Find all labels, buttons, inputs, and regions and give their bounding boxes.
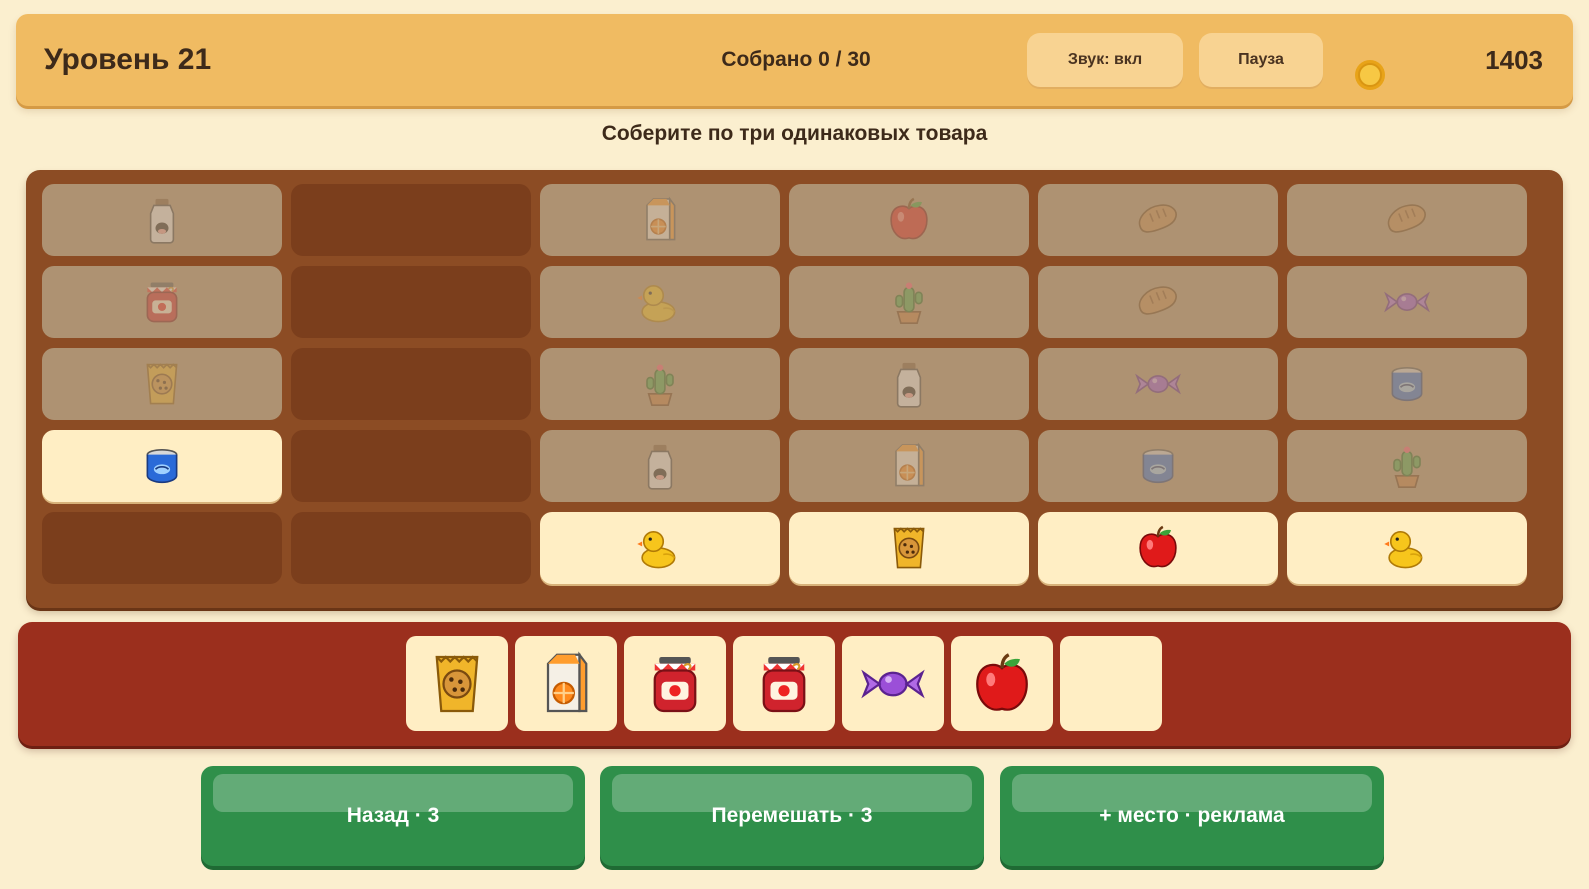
pause-button[interactable]: Пауза [1199, 33, 1323, 87]
cookies-icon [435, 654, 479, 712]
coin-count: 1403 [1485, 45, 1543, 75]
jam-icon [653, 656, 697, 712]
board-tile-duck[interactable] [540, 512, 780, 584]
tray-slot-apple [951, 636, 1053, 731]
bread-icon [1138, 204, 1177, 233]
extra-slot-ad-button[interactable]: + место · реклама [1000, 766, 1384, 866]
board-tile-milk [789, 348, 1029, 420]
board-tile-cookies [42, 348, 282, 420]
candy-icon [861, 669, 925, 698]
tray-slot-jam [733, 636, 835, 731]
cactus-icon [1393, 446, 1421, 488]
cactus-icon [895, 282, 923, 324]
cookies-icon [893, 527, 925, 569]
apple-icon [1139, 525, 1177, 568]
apple-icon [890, 197, 928, 240]
board-empty-cell [291, 430, 531, 502]
board-tile-cactus [540, 348, 780, 420]
level-title: Уровень 21 [44, 43, 212, 76]
tray-slot-juice [515, 636, 617, 731]
collection-tray [18, 622, 1571, 746]
milk-icon [647, 444, 673, 490]
board-tile-candy [1038, 348, 1278, 420]
board-empty-cell [42, 512, 282, 584]
board-empty-cell [291, 512, 531, 584]
tray-slot-jam [624, 636, 726, 731]
board-tile-duck[interactable] [1287, 512, 1527, 584]
jam-icon [146, 282, 178, 323]
board-tile-jam [42, 266, 282, 338]
milk-icon [149, 198, 175, 244]
candy-icon [1135, 373, 1181, 395]
board-tile-duck [540, 266, 780, 338]
board-tile-apple[interactable] [1038, 512, 1278, 584]
tray-slot-empty [1060, 636, 1162, 731]
board-empty-cell [291, 266, 531, 338]
bread-icon [1387, 204, 1426, 233]
can-icon [146, 448, 178, 484]
game-board [26, 170, 1563, 608]
can-icon [1391, 366, 1423, 402]
duck-icon [1384, 530, 1423, 569]
board-tile-juice [789, 430, 1029, 502]
juice-icon [546, 650, 588, 712]
apple-icon [976, 652, 1028, 711]
juice-icon [646, 196, 676, 241]
board-tile-milk [540, 430, 780, 502]
board-tile-candy [1287, 266, 1527, 338]
collected-counter: Собрано 0 / 30 [721, 48, 871, 71]
duck-icon [637, 284, 676, 323]
coin-icon [1355, 60, 1385, 90]
duck-icon [637, 530, 676, 569]
board-tile-cactus [1287, 430, 1527, 502]
board-tile-apple [789, 184, 1029, 256]
board-tile-can [1287, 348, 1527, 420]
extra-slot-label: + место · реклама [1099, 804, 1285, 827]
board-tile-milk [42, 184, 282, 256]
bread-icon [1138, 286, 1177, 315]
cookies-icon [146, 363, 178, 405]
board-tile-bread [1038, 266, 1278, 338]
board-tile-bread [1038, 184, 1278, 256]
undo-button[interactable]: Назад · 3 [201, 766, 585, 866]
board-tile-juice [540, 184, 780, 256]
board-tile-bread [1287, 184, 1527, 256]
board-tile-can [1038, 430, 1278, 502]
board-tile-cookies[interactable] [789, 512, 1029, 584]
shuffle-button[interactable]: Перемешать · 3 [600, 766, 984, 866]
tray-slot-cookies [406, 636, 508, 731]
juice-icon [895, 442, 925, 487]
board-empty-cell [291, 184, 531, 256]
undo-label: Назад · 3 [346, 804, 440, 827]
milk-icon [896, 362, 922, 408]
board-empty-cell [291, 348, 531, 420]
jam-icon [762, 656, 806, 712]
board-tile-can[interactable] [42, 430, 282, 502]
instruction-text: Соберите по три одинаковых товара [601, 122, 988, 145]
can-icon [1142, 448, 1174, 484]
top-bar: Уровень 21 Собрано 0 / 30 Звук: вкл Пауз… [16, 14, 1573, 106]
candy-icon [1384, 291, 1430, 313]
board-tile-cactus [789, 266, 1029, 338]
shuffle-label: Перемешать · 3 [711, 804, 873, 827]
cactus-icon [646, 364, 674, 406]
sound-toggle-button[interactable]: Звук: вкл [1027, 33, 1183, 87]
tray-slot-candy [842, 636, 944, 731]
